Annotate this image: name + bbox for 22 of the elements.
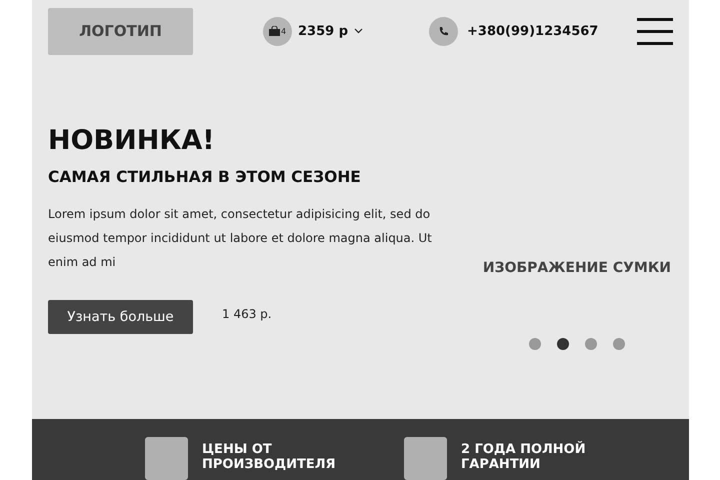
menu-icon[interactable] [637, 18, 673, 45]
phone-number[interactable]: +380(99)1234567 [467, 24, 598, 39]
feature-icon [145, 437, 188, 480]
more-button[interactable]: Узнать больше [48, 300, 193, 334]
feature-label: ЦЕНЫ ОТ ПРОИЗВОДИТЕЛЯ [202, 442, 336, 474]
feature-icon [404, 437, 447, 480]
slider-dot[interactable] [613, 338, 625, 350]
cart-total[interactable]: 2359 р [298, 24, 348, 39]
feature-label: 2 ГОДА ПОЛНОЙ ГАРАНТИИ [461, 442, 587, 474]
slider-dot[interactable] [585, 338, 597, 350]
hero-subtitle: САМАЯ СТИЛЬНАЯ В ЭТОМ СЕЗОНЕ [48, 168, 362, 186]
slider-dot[interactable] [529, 338, 541, 350]
caret-icon[interactable] [354, 28, 364, 34]
hero-title: НОВИНКА! [48, 124, 216, 156]
price: 1 463 р. [222, 306, 272, 321]
logo[interactable]: ЛОГОТИП [48, 8, 193, 55]
image-placeholder-label: ИЗОБРАЖЕНИЕ СУМКИ [482, 260, 671, 276]
cart-button[interactable]: 4 [263, 16, 292, 46]
phone-icon [429, 16, 458, 46]
bag-icon [268, 26, 280, 36]
slider-dot[interactable] [557, 338, 569, 350]
hero-text: Lorem ipsum dolor sit amet, consectetur adipisicing elit, sed do eiusmod tempor incididunt ut labore et dolore magna aliqua. Ut enim ad mi [48, 206, 433, 271]
